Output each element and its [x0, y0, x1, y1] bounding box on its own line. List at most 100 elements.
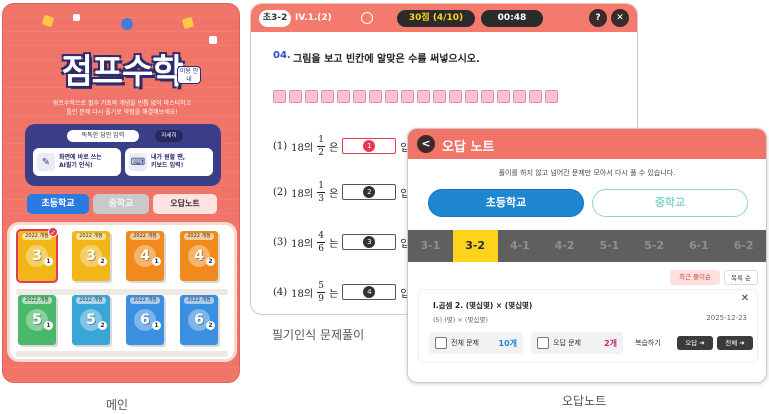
fraction-denominator: 9 — [318, 293, 324, 304]
textbook-grade-4-1[interactable]: 2022 개정 4 1 — [126, 231, 164, 281]
row-base: 18의 — [291, 288, 314, 300]
decor-cube-icon — [73, 14, 80, 21]
sort-recent-button[interactable]: 최근 풀이순 — [670, 270, 720, 285]
grade-chip: 초3-2 — [259, 10, 291, 27]
handwriting-feature: ✎ 화면에 바로 쓰는 AI필기 인식! — [33, 148, 121, 176]
curriculum-year: 2022 개정 — [184, 233, 214, 240]
grade-tab-6-1[interactable]: 6-1 — [677, 230, 722, 262]
quiz-header: 초3-2 IV.1.(2) 30점 (4/10) 00:48 ? ✕ — [251, 4, 637, 32]
feature-line: 키보드 입력! — [151, 162, 184, 169]
character-icon — [361, 12, 373, 24]
close-icon[interactable]: ✕ — [611, 9, 629, 27]
fraction: 46 — [317, 230, 326, 254]
book-shelf: 2022 개정 3 1 ✓ 2022 개정 3 2 2022 개정 4 1 2022 개정 4 2 202… — [7, 222, 237, 362]
intro-line: 점프수학으로 필수 기초와 개념을 빈틈 없이 마스터하고 — [52, 100, 192, 107]
help-icon[interactable]: ? — [589, 9, 607, 27]
keyboard-icon: ⌨ — [129, 153, 147, 171]
answer-box-number: 2 — [363, 186, 376, 198]
textbook-grade-3-1[interactable]: 2022 개정 3 1 ✓ — [16, 227, 58, 283]
answer-row: (2) 18의 1 3 은 2 입 — [273, 176, 410, 208]
unit-cube — [385, 90, 398, 103]
review-wrong-button[interactable]: 오답 ➜ — [677, 336, 713, 350]
unit-cube — [433, 90, 446, 103]
wrong-questions-stat: 오답 문제 2개 — [531, 332, 623, 354]
wrong-value: 2개 — [604, 338, 617, 348]
fraction-denominator: 2 — [318, 147, 324, 158]
back-arrow-icon[interactable]: < — [417, 135, 435, 153]
semester-number: 2 — [98, 321, 107, 330]
sort-list-button[interactable]: 목록 순 — [724, 270, 758, 285]
segment-middle[interactable]: 중학교 — [592, 189, 748, 217]
tab-elementary[interactable]: 초등학교 — [27, 194, 89, 214]
answer-box-number: 4 — [363, 286, 376, 298]
cube-illustration — [273, 90, 558, 103]
score-chip: 30점 (4/10) — [397, 10, 475, 27]
feature-line: 화면에 바로 쓰는 — [59, 154, 102, 161]
textbook-grade-6-2[interactable]: 2022 개정 6 2 — [180, 295, 218, 345]
grade-tab-4-1[interactable]: 4-1 — [498, 230, 543, 262]
textbook-grade-5-1[interactable]: 2022 개정 5 1 — [18, 295, 56, 345]
review-all-button[interactable]: 전체 ➜ — [717, 336, 753, 350]
curriculum-year: 2022 개정 — [22, 297, 52, 304]
grade-tab-5-1[interactable]: 5-1 — [587, 230, 632, 262]
semester-number: 1 — [152, 257, 161, 266]
unit-cube — [305, 90, 318, 103]
input-panel-title: 똑똑한 답안 입력 — [67, 130, 139, 142]
unit-cube — [337, 90, 350, 103]
tab-wrong-note[interactable]: 오답노트 — [153, 194, 217, 214]
answer-row: (4) 18의 5 9 는 4 입 — [273, 276, 410, 308]
fraction-bar — [317, 145, 326, 147]
tab-middle[interactable]: 중학교 — [93, 194, 149, 214]
fraction-numerator: 4 — [318, 230, 324, 241]
unit-cube — [401, 90, 414, 103]
fraction-numerator: 1 — [318, 134, 324, 145]
decor-cube-icon — [209, 36, 217, 44]
unit-cube — [353, 90, 366, 103]
answer-input-panel: 똑똑한 답안 입력 자세히 ✎ 화면에 바로 쓰는 AI필기 인식! ⌨ 내가 … — [25, 124, 221, 186]
unit-cube — [449, 90, 462, 103]
intro-text: 점프수학으로 필수 기초와 개념을 빈틈 없이 마스터하고 틀린 문제 다시 풀… — [49, 99, 195, 117]
answer-box[interactable]: 4 — [342, 284, 397, 300]
semester-number: 2 — [206, 257, 215, 266]
answer-box-number: 3 — [363, 236, 376, 248]
timer-chip: 00:48 — [481, 10, 543, 27]
grade-tab-5-2[interactable]: 5-2 — [632, 230, 677, 262]
textbook-grade-6-1[interactable]: 2022 개정 6 1 — [126, 295, 164, 345]
question-number: 04. — [273, 50, 291, 61]
wrong-note-card: ✕ Ⅰ.곱셈 2. (몇십몇) × (몇십몇) (5) (몇) × (몇십몇) … — [418, 289, 758, 363]
row-particle: 는 — [329, 238, 339, 250]
answer-box[interactable]: 2 — [342, 184, 397, 200]
textbook-grade-4-2[interactable]: 2022 개정 4 2 — [180, 231, 218, 281]
row-label: (3) — [273, 236, 288, 248]
grade-tab-3-1[interactable]: 3-1 — [408, 230, 453, 262]
grade-tab-6-2[interactable]: 6-2 — [721, 230, 766, 262]
answer-box[interactable]: 1 — [342, 138, 397, 154]
semester-number: 1 — [152, 321, 161, 330]
question-text: 그림을 보고 빈칸에 알맞은 수를 써넣으시오. — [293, 54, 480, 65]
semester-number: 2 — [98, 257, 107, 266]
detail-button[interactable]: 자세히 — [155, 130, 183, 142]
semester-number: 2 — [206, 321, 215, 330]
row-label: (1) — [273, 140, 288, 152]
unit-cube — [465, 90, 478, 103]
semester-number: 1 — [44, 321, 53, 330]
textbook-grade-5-2[interactable]: 2022 개정 5 2 — [72, 295, 110, 345]
close-icon[interactable]: ✕ — [741, 293, 749, 304]
grade-tab-4-2[interactable]: 4-2 — [542, 230, 587, 262]
segment-elementary[interactable]: 초등학교 — [428, 189, 584, 217]
card-subtitle: (5) (몇) × (몇십몇) — [433, 316, 488, 324]
unit-cube — [321, 90, 334, 103]
decor-ball-icon — [121, 18, 133, 30]
grade-tab-3-2[interactable]: 3-2 — [452, 230, 498, 262]
guide-badge[interactable]: 이용 안내 — [177, 66, 201, 84]
semester-number: 1 — [44, 257, 53, 266]
note-subtitle: 풀이를 하지 않고 넘어간 문제만 모아서 다시 풀 수 있습니다. — [498, 169, 676, 177]
fraction: 12 — [317, 134, 326, 158]
row-particle: 은 — [329, 142, 339, 154]
answer-box[interactable]: 3 — [342, 234, 397, 250]
row-base: 18의 — [291, 188, 314, 200]
textbook-grade-3-2[interactable]: 2022 개정 3 2 — [72, 231, 110, 281]
unit-cube — [369, 90, 382, 103]
fraction-denominator: 6 — [318, 243, 324, 254]
intro-line: 틀린 문제 다시 풀기로 약점을 해결해보세요! — [66, 109, 178, 116]
